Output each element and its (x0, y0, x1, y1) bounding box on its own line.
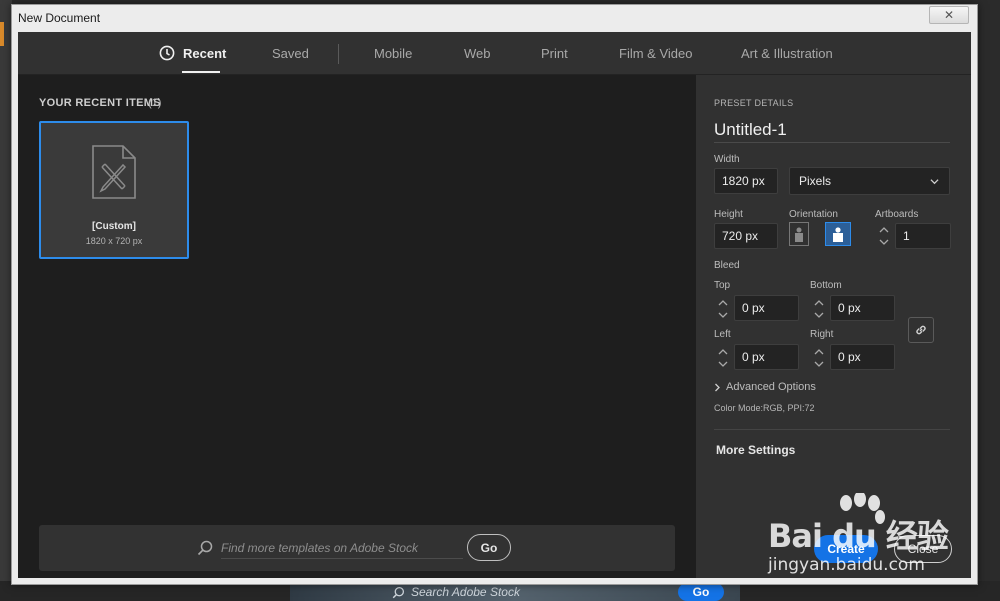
tab-art-illustration[interactable]: Art & Illustration (741, 46, 833, 61)
portrait-orientation-button[interactable] (789, 222, 809, 246)
artboards-stepper-icon[interactable] (876, 223, 892, 249)
height-label: Height (714, 209, 743, 220)
recent-items-count: (1) (148, 97, 162, 109)
category-tabs: Recent Saved Mobile Web Print Film & Vid… (18, 32, 971, 75)
chevron-right-icon (715, 383, 720, 391)
bleed-bottom-field[interactable]: 0 px (830, 295, 895, 321)
section-divider (714, 429, 950, 430)
bleed-right-label: Right (810, 329, 834, 340)
bleed-left-label: Left (714, 329, 731, 340)
document-name-underline (714, 142, 950, 143)
link-icon (916, 325, 926, 335)
search-go-button[interactable]: Go (467, 534, 511, 561)
preset-details-heading: PRESET DETAILS (714, 98, 794, 108)
units-select[interactable]: Pixels (789, 167, 950, 195)
width-label: Width (714, 154, 740, 165)
watermark-url: jingyan.baidu.com (768, 555, 925, 575)
width-field[interactable]: 1820 px (714, 168, 778, 194)
bleed-top-label: Top (714, 280, 731, 291)
background-stock-strip: Search Adobe Stock Go (290, 583, 740, 601)
recent-item-card[interactable]: [Custom] 1820 x 720 px (39, 121, 189, 259)
search-icon (392, 586, 405, 598)
artboards-field[interactable]: 1 (895, 223, 951, 249)
search-icon (197, 540, 213, 556)
bleed-right-field[interactable]: 0 px (830, 344, 895, 370)
bleed-right-stepper-icon[interactable] (811, 345, 827, 371)
recent-item-name: [Custom] (92, 221, 136, 232)
portrait-icon (795, 227, 803, 242)
baidu-watermark: Bai du 经验 jingyan.baidu.com (768, 493, 988, 597)
tab-film-video[interactable]: Film & Video (619, 46, 692, 61)
link-bleed-button[interactable] (908, 317, 934, 343)
bleed-bottom-label: Bottom (810, 280, 842, 291)
tab-recent[interactable]: Recent (183, 46, 226, 61)
watermark-brand: Bai du 经验 (768, 517, 949, 555)
artboards-label: Artboards (875, 209, 919, 220)
recent-item-size: 1820 x 720 px (85, 236, 143, 246)
orientation-label: Orientation (789, 209, 838, 220)
bleed-top-field[interactable]: 0 px (734, 295, 799, 321)
recent-items-heading: YOUR RECENT ITEMS (39, 97, 161, 109)
template-search-bar: Find more templates on Adobe Stock Go (39, 525, 675, 571)
background-stock-placeholder: Search Adobe Stock (411, 585, 520, 599)
bleed-left-stepper-icon[interactable] (715, 345, 731, 371)
bleed-label: Bleed (714, 260, 740, 271)
landscape-icon (833, 227, 843, 242)
more-settings-button[interactable]: More Settings (716, 443, 795, 457)
window-title: New Document (18, 11, 101, 25)
bleed-left-field[interactable]: 0 px (734, 344, 799, 370)
tab-saved[interactable]: Saved (272, 46, 309, 61)
bleed-top-stepper-icon[interactable] (715, 296, 731, 322)
tab-divider (338, 44, 339, 64)
advanced-options-toggle[interactable]: Advanced Options (714, 381, 816, 393)
background-stock-search[interactable]: Search Adobe Stock (392, 584, 520, 600)
tab-web[interactable]: Web (464, 46, 491, 61)
active-tab-indicator (182, 71, 220, 73)
clock-icon (159, 45, 175, 61)
close-icon: ✕ (943, 8, 955, 22)
bleed-bottom-stepper-icon[interactable] (811, 296, 827, 322)
height-field[interactable]: 720 px (714, 223, 778, 249)
background-app-accent (0, 22, 4, 46)
landscape-orientation-button[interactable] (825, 222, 851, 246)
advanced-options-label: Advanced Options (726, 381, 816, 393)
template-search-input[interactable]: Find more templates on Adobe Stock (221, 541, 418, 555)
tab-print[interactable]: Print (541, 46, 568, 61)
units-select-value: Pixels (799, 174, 832, 188)
background-stock-go-button[interactable]: Go (678, 583, 724, 601)
title-bar: New Document ✕ (12, 5, 977, 31)
recent-items-pane: YOUR RECENT ITEMS (1) [Custom] 1820 x 72… (18, 75, 696, 578)
color-mode-summary: Color Mode:RGB, PPI:72 (714, 403, 815, 413)
document-pen-icon (92, 145, 136, 199)
chevron-down-icon (930, 179, 939, 185)
search-underline (221, 558, 463, 559)
tab-mobile[interactable]: Mobile (374, 46, 412, 61)
window-close-button[interactable]: ✕ (929, 6, 969, 24)
document-name-input[interactable]: Untitled-1 (714, 120, 787, 140)
